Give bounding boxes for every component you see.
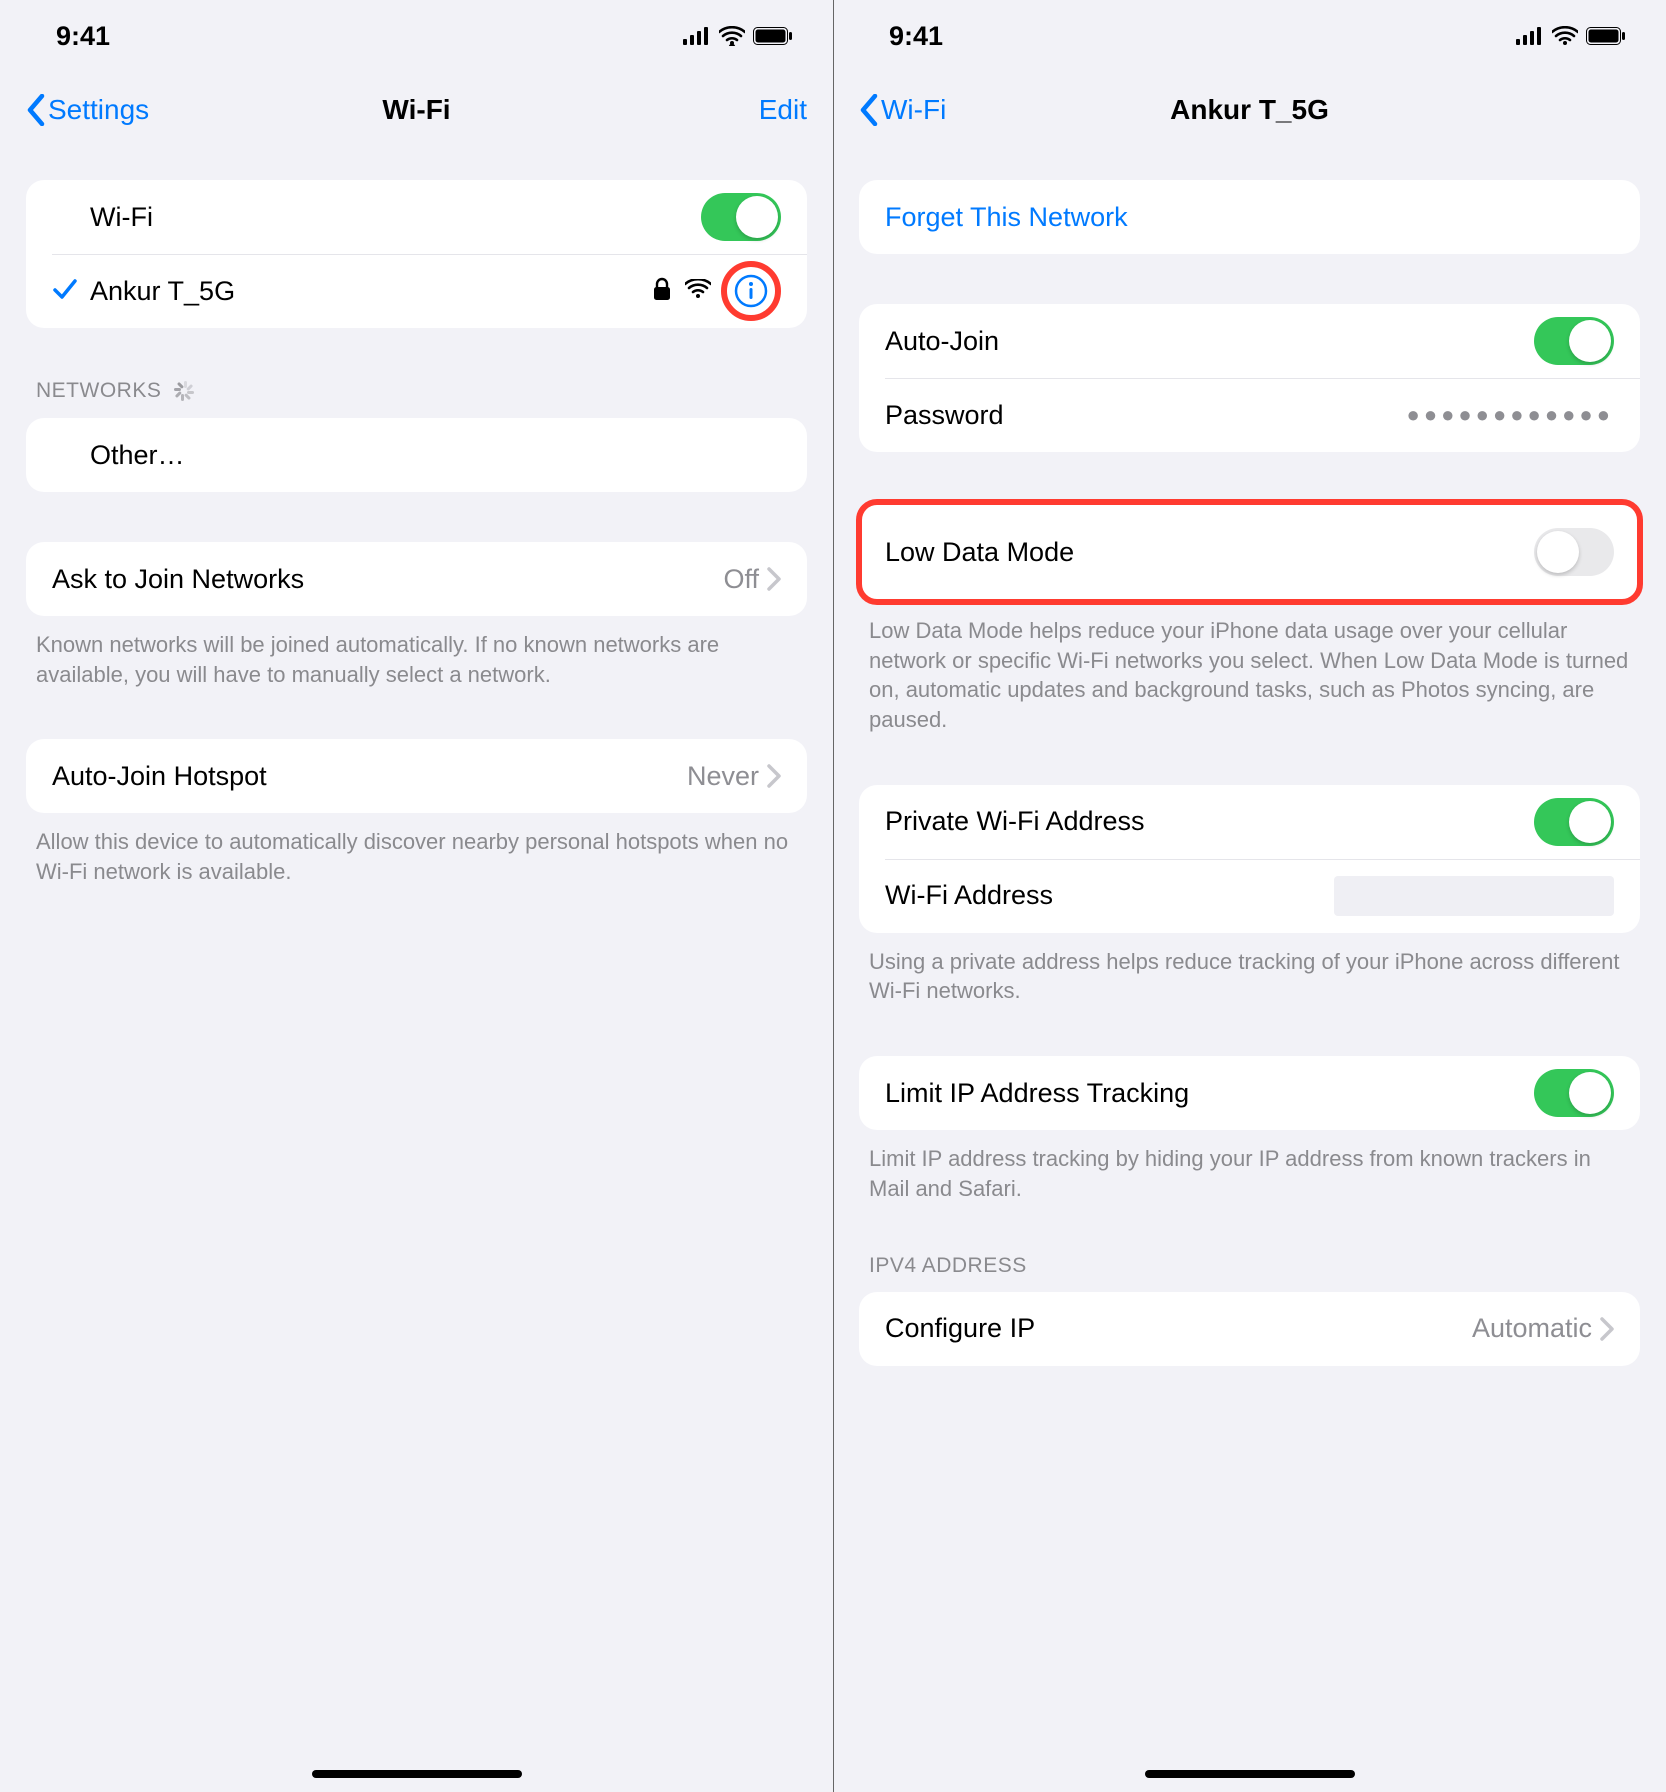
private-address-row[interactable]: Private Wi-Fi Address [859,785,1640,859]
screenshot-divider [833,0,834,1792]
status-time: 9:41 [889,21,943,52]
back-label: Wi-Fi [881,94,946,126]
chevron-right-icon [767,764,781,788]
low-data-footer: Low Data Mode helps reduce your iPhone d… [859,602,1640,735]
back-button[interactable]: Settings [26,94,149,126]
wifi-address-row: Wi-Fi Address [859,859,1640,933]
cellular-icon [683,27,711,45]
forget-network-button[interactable]: Forget This Network [859,180,1640,254]
wifi-label: Wi-Fi [90,202,701,233]
low-data-mode-group: Low Data Mode [859,502,1640,602]
ask-to-join-row[interactable]: Ask to Join Networks Off [26,542,807,616]
chevron-right-icon [767,567,781,591]
limit-ip-toggle[interactable] [1534,1069,1614,1117]
wifi-strength-icon [685,279,711,304]
other-label: Other… [90,440,781,471]
autojoin-row[interactable]: Auto-Join [859,304,1640,378]
wifi-toggle-row[interactable]: Wi-Fi [26,180,807,254]
wifi-icon [719,26,745,46]
password-value: ●●●●●●●●●●●● [1407,402,1614,428]
nav-bar: Settings Wi-Fi Edit [0,72,833,148]
other-network-row[interactable]: Other… [26,418,807,492]
autojoin-hotspot-row[interactable]: Auto-Join Hotspot Never [26,739,807,813]
nav-bar: Wi-Fi Ankur T_5G [833,72,1666,148]
low-data-mode-toggle[interactable] [1534,528,1614,576]
status-bar: 9:41 [0,0,833,72]
private-footer: Using a private address helps reduce tra… [859,933,1640,1006]
wifi-main-group: Wi-Fi Ankur T_5G [26,180,807,328]
wifi-icon [1552,26,1578,46]
checkmark-icon [52,276,78,307]
networks-group: Other… [26,418,807,492]
configure-ip-value: Automatic [1472,1313,1592,1344]
connected-network-name: Ankur T_5G [90,276,653,307]
network-info-button[interactable] [721,261,781,321]
networks-header: NETWORKS document.write(Array.from({leng… [26,378,807,418]
connected-network-row[interactable]: Ankur T_5G [26,254,807,328]
spinner-icon: document.write(Array.from({length:8},(_,… [171,378,197,404]
nav-title: Ankur T_5G [833,94,1666,126]
back-button[interactable]: Wi-Fi [859,94,946,126]
wifi-address-value [1334,876,1614,916]
lock-icon [653,277,671,306]
network-detail-screen: 9:41 Wi-Fi Ankur T_5G Forget This Networ… [833,0,1666,1792]
low-data-mode-row[interactable]: Low Data Mode [859,502,1640,602]
ask-value: Off [723,564,759,595]
ipv4-header: IPV4 ADDRESS [859,1254,1640,1292]
limit-ip-row[interactable]: Limit IP Address Tracking [859,1056,1640,1130]
cellular-icon [1516,27,1544,45]
battery-icon [1586,27,1626,45]
chevron-right-icon [1600,1317,1614,1341]
wifi-settings-screen: 9:41 Settings Wi-Fi Edit Wi-Fi [0,0,833,1792]
home-indicator[interactable] [1145,1770,1355,1778]
private-address-toggle[interactable] [1534,798,1614,846]
limit-ip-footer: Limit IP address tracking by hiding your… [859,1130,1640,1203]
password-row[interactable]: Password ●●●●●●●●●●●● [859,378,1640,452]
battery-icon [753,27,793,45]
status-time: 9:41 [56,21,110,52]
wifi-toggle[interactable] [701,193,781,241]
autojoin-footer: Allow this device to automatically disco… [26,813,807,886]
autojoin-value: Never [687,761,759,792]
ask-footer: Known networks will be joined automatica… [26,616,807,689]
back-label: Settings [48,94,149,126]
home-indicator[interactable] [312,1770,522,1778]
configure-ip-row[interactable]: Configure IP Automatic [859,1292,1640,1366]
edit-button[interactable]: Edit [759,94,807,126]
status-bar: 9:41 [833,0,1666,72]
autojoin-toggle[interactable] [1534,317,1614,365]
